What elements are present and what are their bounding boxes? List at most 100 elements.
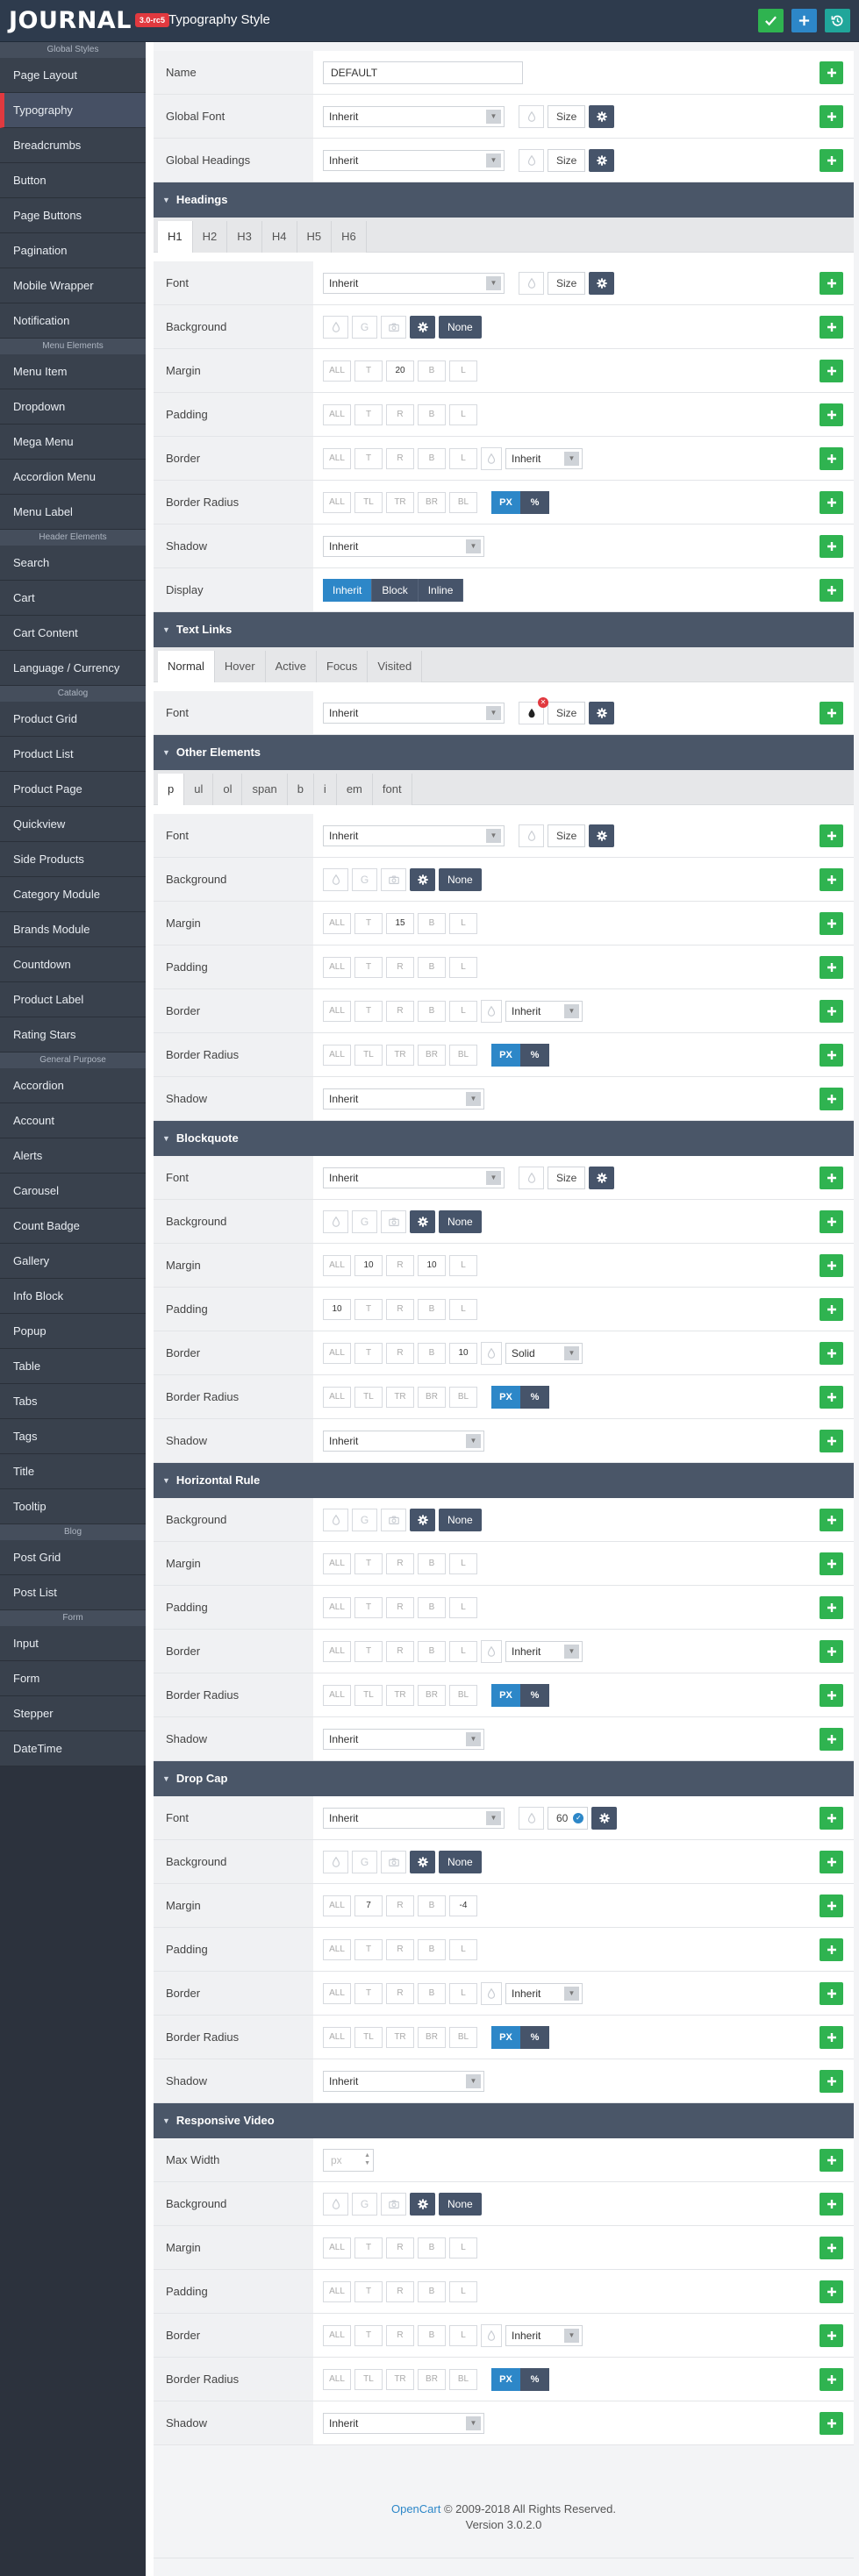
tab-links-4[interactable]: Visited [368,651,423,682]
spacing-input-all[interactable]: ALL [323,448,351,469]
font-settings-button[interactable] [589,105,615,128]
spacing-input-r[interactable]: R [386,1597,414,1618]
spacing-input-br[interactable]: BR [418,2027,446,2048]
spacing-input-all[interactable]: ALL [323,1001,351,1022]
font-size-input[interactable]: Size [548,702,586,724]
sidebar-item-mobile-wrapper[interactable]: Mobile Wrapper [0,268,146,303]
sidebar-item-form[interactable]: Form [0,1661,146,1696]
spacing-input-b[interactable]: B [418,2325,446,2346]
border-color-button[interactable] [481,1342,502,1365]
drop-cap-section-header[interactable]: ▼ Drop Cap [154,1761,854,1796]
tab-headings-4[interactable]: H5 [297,221,333,253]
add-row-button[interactable] [820,1596,843,1619]
spacing-input-br[interactable]: BR [418,492,446,513]
spacing-input-t[interactable]: T [354,448,383,469]
spacing-input-bl[interactable]: BL [449,492,477,513]
font-settings-button[interactable] [589,149,615,172]
font-size-input[interactable]: Size [548,105,586,128]
spacing-input-tl[interactable]: TL [354,2027,383,2048]
unit-percent[interactable]: % [520,2368,549,2391]
add-row-button[interactable] [820,1088,843,1110]
name-input[interactable]: DEFAULT [323,61,523,84]
add-row-button[interactable] [820,1728,843,1751]
spacing-input-tl[interactable]: TL [354,1387,383,1408]
add-row-button[interactable] [820,1298,843,1321]
spacing-input-all[interactable]: ALL [323,492,351,513]
sidebar-item-countdown[interactable]: Countdown [0,947,146,982]
add-row-button[interactable] [820,956,843,979]
spacing-input-r[interactable]: 20 [386,360,414,382]
spacing-input-all[interactable]: ALL [323,360,351,382]
unit-percent[interactable]: % [520,1386,549,1409]
add-row-button[interactable] [820,2324,843,2347]
add-row-button[interactable] [820,1254,843,1277]
add-row-button[interactable] [820,2237,843,2259]
spacing-input-bl[interactable]: BL [449,2027,477,2048]
add-row-button[interactable] [820,1982,843,2005]
spacing-input-b[interactable]: B [418,360,446,382]
unit-px[interactable]: PX [491,1684,520,1707]
shadow-select[interactable]: Inherit ▼ [323,2071,484,2092]
spacing-input-b[interactable]: B [418,1343,446,1364]
none-button[interactable]: None [439,1210,482,1233]
tab-headings-1[interactable]: H2 [192,221,228,253]
sidebar-item-alerts[interactable]: Alerts [0,1138,146,1174]
responsive-video-section-header[interactable]: ▼ Responsive Video [154,2103,854,2138]
spacing-input-b[interactable]: B [418,448,446,469]
add-button[interactable] [791,9,817,32]
add-row-button[interactable] [820,1509,843,1531]
spacing-input-l[interactable]: L [449,1939,477,1960]
spacing-input-all[interactable]: ALL [323,1983,351,2004]
tab-other-2[interactable]: ol [213,774,243,805]
spacing-input-all[interactable]: ALL [323,2369,351,2390]
sidebar-item-info-block[interactable]: Info Block [0,1279,146,1314]
spacing-input-all[interactable]: ALL [323,913,351,934]
spacing-input-tl[interactable]: TL [354,1685,383,1706]
sidebar-item-quickview[interactable]: Quickview [0,807,146,842]
unit-px[interactable]: PX [491,2026,520,2049]
sidebar-item-popup[interactable]: Popup [0,1314,146,1349]
gradient-button[interactable]: G [352,1509,377,1531]
add-row-button[interactable] [820,1386,843,1409]
spacing-input-r[interactable]: R [386,1553,414,1574]
spacing-input-l[interactable]: L [449,1255,477,1276]
spacing-input-all[interactable]: ALL [323,1387,351,1408]
sidebar-item-account[interactable]: Account [0,1103,146,1138]
font-size-input[interactable]: Size [548,272,586,295]
add-row-button[interactable] [820,403,843,426]
add-row-button[interactable] [820,2149,843,2172]
spacing-input-r[interactable]: R [386,1343,414,1364]
spacing-input-t[interactable]: T [354,2281,383,2302]
spacing-input-all[interactable]: ALL [323,2281,351,2302]
sidebar-item-product-grid[interactable]: Product Grid [0,702,146,737]
spacing-input-bl[interactable]: BL [449,1387,477,1408]
add-row-button[interactable] [820,1938,843,1961]
bg-image-button[interactable] [381,1210,406,1233]
sidebar-item-dropdown[interactable]: Dropdown [0,389,146,425]
spacing-input-t[interactable]: T [354,1597,383,1618]
tab-other-6[interactable]: em [336,774,373,805]
bg-image-button[interactable] [381,316,406,339]
font-size-input[interactable]: Size [548,1167,586,1189]
gradient-button[interactable]: G [352,316,377,339]
add-row-button[interactable] [820,702,843,724]
gradient-button[interactable]: G [352,1210,377,1233]
add-row-button[interactable] [820,1044,843,1067]
spacing-input-all[interactable]: ALL [323,2237,351,2258]
spacing-input-t[interactable]: T [354,1983,383,2004]
unit-px[interactable]: PX [491,1386,520,1409]
bg-color-button[interactable] [323,868,348,891]
bg-settings-button[interactable] [410,1509,435,1531]
tab-links-3[interactable]: Focus [317,651,369,682]
sidebar-item-typography[interactable]: Typography [0,93,146,128]
none-button[interactable]: None [439,2193,482,2216]
spacing-input-all[interactable]: ALL [323,1641,351,1662]
spacing-input-tl[interactable]: TL [354,492,383,513]
tab-links-2[interactable]: Active [265,651,317,682]
sidebar-item-side-products[interactable]: Side Products [0,842,146,877]
border-color-button[interactable] [481,2324,502,2347]
none-button[interactable]: None [439,1851,482,1873]
font-settings-button[interactable] [589,702,615,724]
spacing-input-r[interactable]: R [386,1641,414,1662]
tab-other-0[interactable]: p [158,774,185,805]
